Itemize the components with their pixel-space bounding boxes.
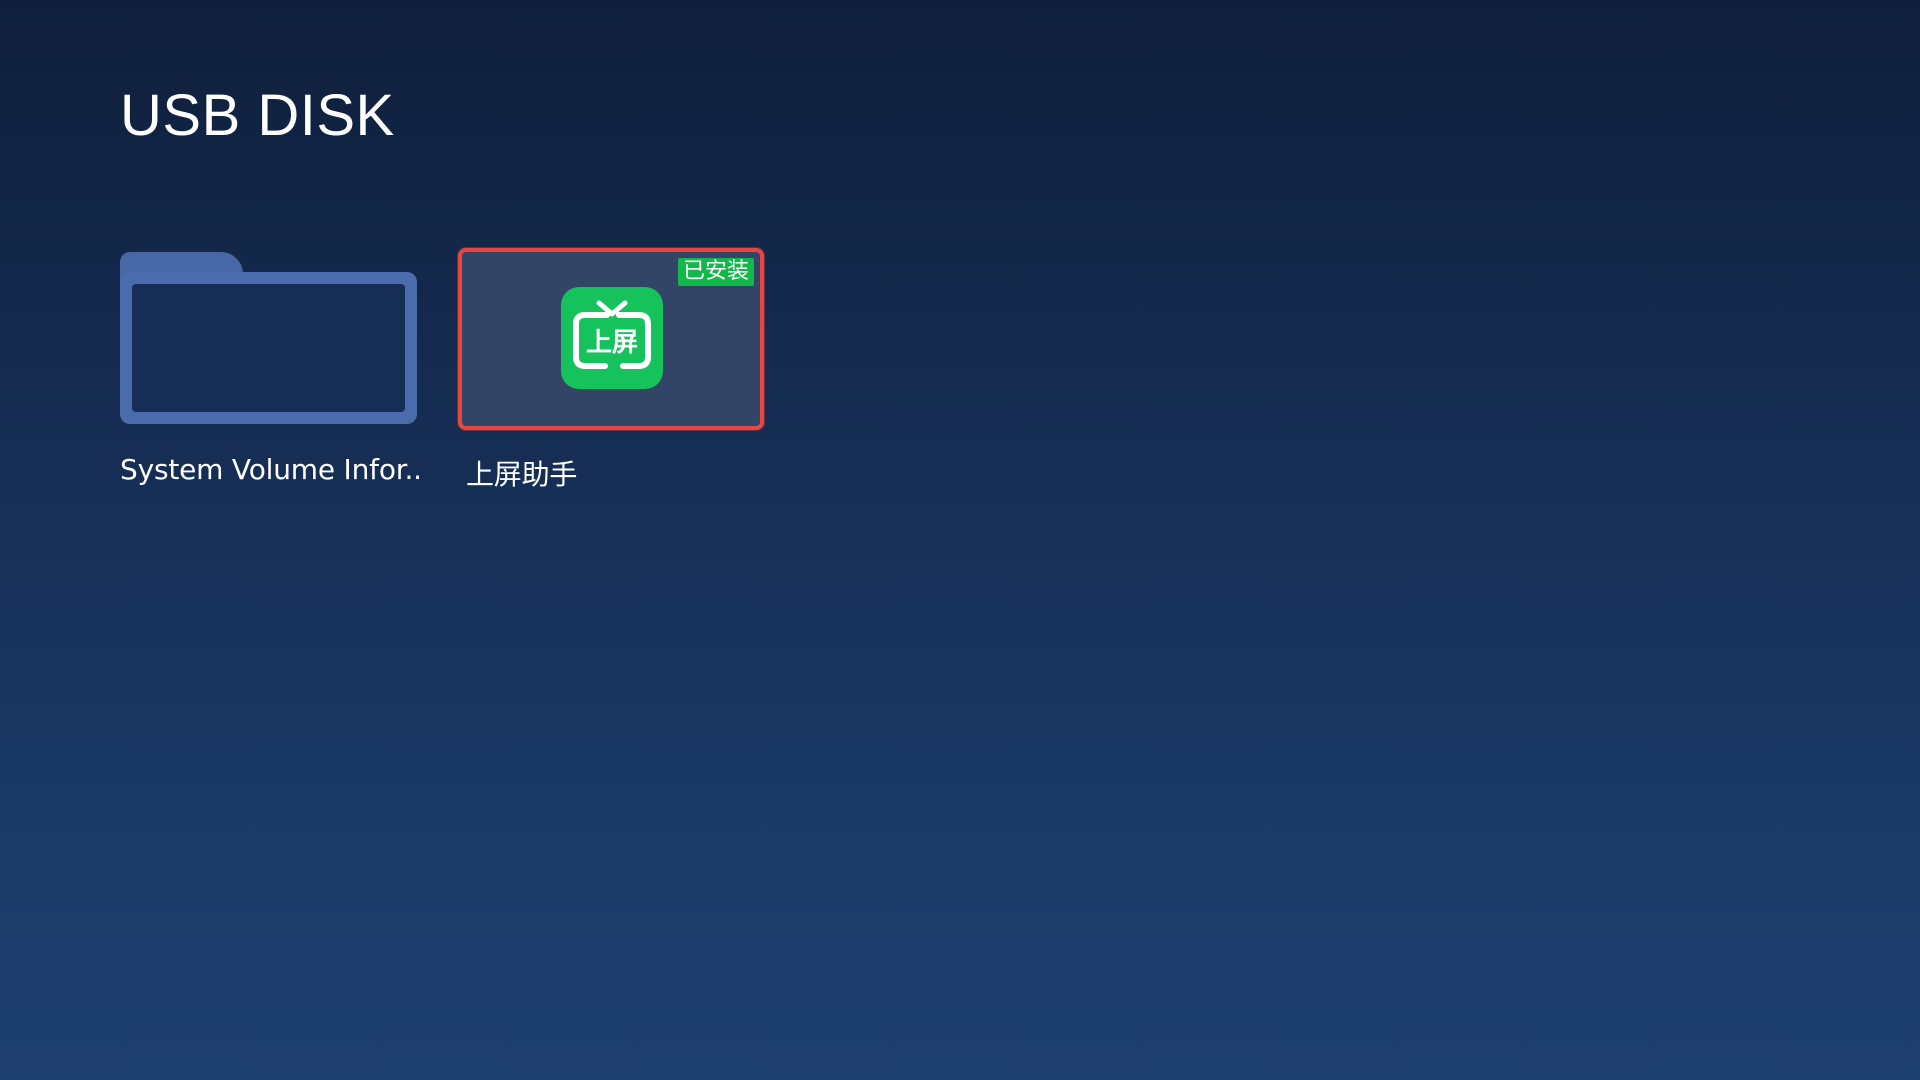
- folder-icon: [120, 248, 417, 424]
- folder-label: System Volume Infor..: [120, 453, 422, 486]
- installed-badge: 已安装: [677, 258, 754, 286]
- tv-app-icon: 上屏: [561, 287, 663, 389]
- app-icon-text: 上屏: [586, 328, 638, 358]
- app-tile-focused[interactable]: 已安装 上屏: [458, 248, 764, 430]
- page-title: USB DISK: [120, 83, 395, 148]
- app-label: 上屏助手: [466, 458, 578, 491]
